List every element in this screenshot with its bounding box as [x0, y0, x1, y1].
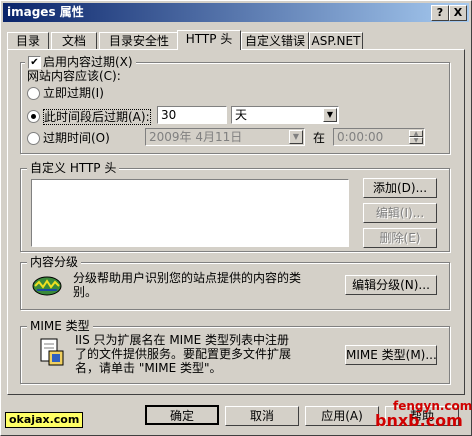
spin-up-icon[interactable]: ▲ — [409, 130, 423, 137]
expire-unit-value: 天 — [235, 108, 248, 122]
expire-date-picker[interactable]: 2009年 4月11日 ▼ — [145, 128, 305, 146]
tab-custom-errors[interactable]: 自定义错误 — [241, 32, 309, 49]
cancel-button[interactable]: 取消 — [225, 406, 299, 426]
mime-types-group: MIME 类型 IIS 只为扩展名在 MIME 类型列表中注册 了的文件提供服务… — [20, 319, 450, 384]
enable-expiration-checkbox[interactable]: ✔ — [28, 56, 41, 69]
close-button[interactable]: X — [449, 5, 467, 21]
should-label: 网站内容应该(C): — [27, 69, 121, 83]
content-rating-group: 内容分级 分级帮助用户识别您的站点提供的内容的类别。 编辑分级(N)... — [20, 255, 450, 310]
mime-document-icon — [37, 337, 65, 367]
edit-rating-button[interactable]: 编辑分级(N)... — [345, 275, 437, 295]
expire-after-radio[interactable] — [27, 110, 40, 123]
expire-at-label[interactable]: 过期时间(O) — [43, 131, 110, 145]
properties-window: images 属性 ? X 目录 文档 目录安全性 HTTP 头 自定义错误 A… — [0, 0, 472, 436]
rating-icon — [31, 273, 63, 299]
content-expiration-group: ✔ 启用内容过期(X) 网站内容应该(C): 立即过期(I) 此时间段后过期(A… — [20, 55, 450, 154]
title-bar[interactable]: images 属性 ? X — [3, 3, 469, 22]
enable-expiration-label[interactable]: 启用内容过期(X) — [43, 55, 133, 69]
expire-now-radio[interactable] — [27, 87, 40, 100]
expire-date-value: 2009年 4月11日 — [149, 130, 243, 144]
watermark-right-bottom: bnxb.com — [375, 411, 463, 430]
mime-types-button[interactable]: MIME 类型(M)... — [345, 345, 437, 365]
expire-unit-select[interactable]: 天 ▼ — [231, 106, 339, 124]
tab-http-headers[interactable]: HTTP 头 — [177, 30, 241, 50]
chevron-down-icon[interactable]: ▼ — [323, 108, 337, 122]
help-title-button[interactable]: ? — [431, 5, 449, 21]
expire-at-radio[interactable] — [27, 132, 40, 145]
custom-http-legend: 自定义 HTTP 头 — [27, 161, 120, 175]
content-expire-legend: ✔ 启用内容过期(X) — [25, 55, 136, 69]
content-rating-legend: 内容分级 — [27, 255, 82, 269]
mime-legend: MIME 类型 — [27, 319, 93, 333]
tab-directory[interactable]: 目录 — [7, 32, 49, 49]
tab-aspnet[interactable]: ASP.NET — [309, 32, 363, 49]
delete-header-button[interactable]: 删除(E) — [363, 228, 437, 248]
spin-down-icon[interactable]: ▼ — [409, 137, 423, 144]
rating-description: 分级帮助用户识别您的站点提供的内容的类别。 — [73, 271, 302, 299]
mime-desc-line1: IIS 只为扩展名在 MIME 类型列表中注册 — [75, 333, 289, 347]
at-label: 在 — [313, 131, 326, 145]
expire-after-label[interactable]: 此时间段后过期(A): — [43, 109, 151, 125]
custom-http-headers-group: 自定义 HTTP 头 添加(D)... 编辑(I)... 删除(E) — [20, 161, 450, 252]
tab-directory-security[interactable]: 目录安全性 — [99, 32, 179, 49]
window-title: images 属性 — [7, 5, 84, 19]
watermark-left: okajax.com — [5, 412, 84, 428]
add-header-button[interactable]: 添加(D)... — [363, 178, 437, 198]
expire-time-input[interactable]: 0:00:00 ▲ ▼ — [333, 128, 425, 146]
edit-header-button[interactable]: 编辑(I)... — [363, 203, 437, 223]
mime-desc-line3: 名，请单击 "MIME 类型"。 — [75, 361, 222, 375]
expire-after-value-input[interactable]: 30 — [157, 106, 227, 124]
chevron-down-icon[interactable]: ▼ — [289, 130, 303, 144]
tab-documents[interactable]: 文档 — [51, 32, 97, 49]
expire-now-label[interactable]: 立即过期(I) — [43, 86, 104, 100]
mime-desc-line2: 了的文件提供服务。要配置更多文件扩展 — [75, 347, 292, 361]
apply-button[interactable]: 应用(A) — [305, 406, 379, 426]
tab-panel: ✔ 启用内容过期(X) 网站内容应该(C): 立即过期(I) 此时间段后过期(A… — [7, 49, 465, 395]
expire-time-value: 0:00:00 — [337, 130, 384, 144]
ok-button[interactable]: 确定 — [145, 405, 219, 425]
custom-headers-list[interactable] — [31, 179, 349, 247]
